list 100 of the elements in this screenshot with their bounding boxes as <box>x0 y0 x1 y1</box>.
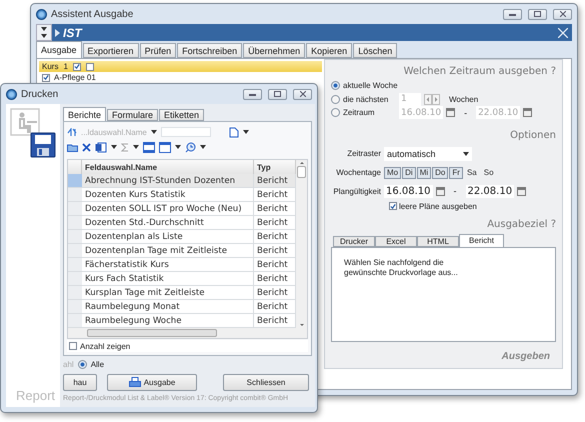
minimize-button[interactable] <box>503 8 522 20</box>
delete-icon[interactable] <box>82 142 91 152</box>
search-field[interactable] <box>160 127 211 137</box>
close-icon <box>300 91 306 97</box>
tab[interactable]: Prüfen <box>140 43 176 58</box>
spinner-control[interactable] <box>36 24 52 41</box>
caret-icon <box>463 152 469 156</box>
radio-label: aktuelle Woche <box>343 81 398 90</box>
weekday-toggle[interactable]: Sa <box>464 166 480 178</box>
table-cell[interactable]: Kurs Fach Statistik <box>82 272 254 286</box>
output-button[interactable]: Ausgabe <box>107 374 197 390</box>
table-cell[interactable]: Bericht <box>254 188 296 202</box>
radio-button[interactable] <box>331 108 340 118</box>
tab[interactable]: Löschen <box>353 43 398 58</box>
column-header[interactable]: Typ <box>254 160 296 174</box>
checkbox[interactable] <box>389 202 397 210</box>
tab[interactable]: Formulare <box>107 109 158 121</box>
scroll-thumb[interactable] <box>87 329 217 337</box>
table-cell[interactable]: Bericht <box>254 174 296 188</box>
table-cell[interactable]: Abrechnung IST-Stunden Dozenten <box>82 174 254 188</box>
close-button[interactable] <box>553 8 572 20</box>
word-document-icon[interactable] <box>95 142 107 152</box>
tab[interactable]: Berichte <box>63 107 106 121</box>
section-heading: Ausgabeziel ? <box>487 218 556 230</box>
calendar-icon[interactable] <box>436 186 445 196</box>
table-cell[interactable]: Dozentenplan als Liste <box>82 230 254 244</box>
weekday-toggle[interactable]: Mi <box>416 166 432 178</box>
radio-button[interactable] <box>331 94 340 104</box>
close-icon[interactable] <box>558 28 568 38</box>
tab[interactable]: Drucker <box>333 236 375 246</box>
vertical-scrollbar[interactable] <box>296 160 307 328</box>
calendar-icon[interactable] <box>517 186 526 196</box>
close-button[interactable]: Schliessen <box>223 374 309 390</box>
caret-icon <box>150 130 157 134</box>
radio-label: die nächsten <box>343 94 390 104</box>
table-cell[interactable]: Raumbelegung Woche <box>82 314 254 328</box>
maximize-icon <box>274 91 281 97</box>
table-cell[interactable]: Kursplan Tage mit Zeitleiste <box>82 286 254 300</box>
table-cell[interactable]: Dozenten SOLL IST pro Woche (Neu) <box>82 202 254 216</box>
dash: - <box>464 108 468 118</box>
tab[interactable]: Ausgabe <box>36 41 82 58</box>
date-field[interactable]: 22.08.10 <box>466 184 514 198</box>
tab[interactable]: Bericht <box>459 234 504 246</box>
new-document-icon[interactable] <box>228 126 239 138</box>
radio-button[interactable] <box>331 81 340 90</box>
window-icon[interactable] <box>143 142 155 152</box>
table-cell[interactable]: Bericht <box>254 258 296 272</box>
checkbox[interactable] <box>72 62 81 70</box>
weekday-toggle[interactable]: So <box>480 166 497 178</box>
tab[interactable]: Kopieren <box>306 43 352 58</box>
tab[interactable]: HTML <box>417 236 459 246</box>
table-cell[interactable]: Bericht <box>254 286 296 300</box>
table-cell[interactable]: Bericht <box>254 272 296 286</box>
checkbox[interactable] <box>42 74 50 82</box>
tab[interactable]: Etiketten <box>159 109 204 121</box>
maximize-button[interactable] <box>528 8 547 20</box>
calendar-icon[interactable] <box>523 108 532 118</box>
stepper-icon[interactable] <box>424 94 440 105</box>
table-cell[interactable]: Bericht <box>254 244 296 258</box>
table-cell[interactable]: Raumbelegung Monat <box>82 300 254 314</box>
weekday-toggle[interactable]: Do <box>432 166 448 178</box>
scroll-thumb[interactable] <box>297 166 306 178</box>
tab[interactable]: Excel <box>375 236 417 246</box>
caret-icon <box>200 145 206 149</box>
table-cell[interactable]: Dozenten Std.-Durchschnitt <box>82 216 254 230</box>
course-label[interactable]: A-Pflege 01 <box>54 73 96 82</box>
table-cell[interactable]: Dozenten Kurs Statistik <box>82 188 254 202</box>
down-caret-icon <box>41 34 47 38</box>
table-cell[interactable]: Dozentenplan Tage mit Zeitleiste <box>82 244 254 258</box>
minimize-button[interactable] <box>243 88 262 100</box>
folder-icon[interactable] <box>67 142 78 152</box>
dropdown[interactable]: automatisch <box>384 146 472 160</box>
table-cell[interactable]: Fächerstatistik Kurs <box>82 258 254 272</box>
tab[interactable]: Exportieren <box>82 43 139 58</box>
tab[interactable]: Übernehmen <box>243 43 306 58</box>
sum-icon[interactable] <box>121 142 129 152</box>
section-heading: Optionen <box>510 130 556 140</box>
checkbox[interactable] <box>86 62 94 70</box>
message-text: Wählen Sie nachfolgend die gewünschte Druckvorlage aus... <box>344 258 459 278</box>
weekday-toggle[interactable]: Fr <box>449 166 463 178</box>
table-cell[interactable]: Bericht <box>254 300 296 314</box>
sort-icon[interactable] <box>67 128 77 136</box>
window-icon[interactable] <box>159 142 171 152</box>
radio-button[interactable] <box>78 360 87 368</box>
table-cell[interactable]: Bericht <box>254 230 296 244</box>
horizontal-scrollbar[interactable] <box>68 328 307 338</box>
column-header[interactable]: Feldauswahl.Name <box>82 160 254 174</box>
preview-button[interactable]: hau <box>63 374 97 390</box>
date-field[interactable]: 16.08.10 <box>384 184 433 198</box>
tab[interactable]: Fortschreiben <box>177 43 242 58</box>
weekday-toggle[interactable]: Di <box>402 166 416 178</box>
weekday-toggle[interactable]: Mo <box>384 166 402 178</box>
table-cell[interactable]: Bericht <box>254 216 296 230</box>
clock-search-icon[interactable] <box>185 142 196 152</box>
table-cell[interactable]: Bericht <box>254 202 296 216</box>
close-button[interactable] <box>293 88 312 100</box>
checkbox[interactable] <box>69 342 77 350</box>
table-cell[interactable]: Bericht <box>254 314 296 328</box>
maximize-button[interactable] <box>268 88 287 100</box>
calendar-icon[interactable] <box>446 108 456 118</box>
